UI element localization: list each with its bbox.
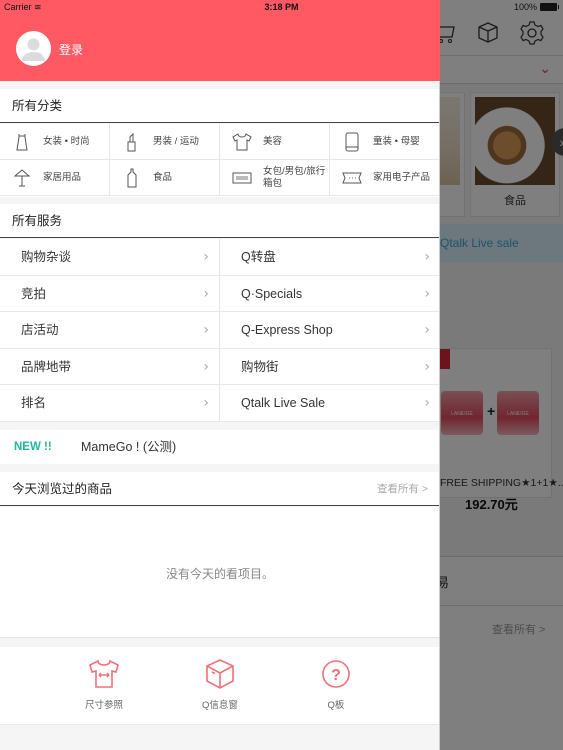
help-icon: ? <box>322 660 350 688</box>
service-item-auction[interactable]: 竞拍 › <box>0 275 220 313</box>
service-item-q-roulette[interactable]: Q转盘 › <box>220 239 440 276</box>
drawer-edge <box>439 81 440 750</box>
service-label: 购物街 <box>241 359 279 374</box>
service-item-q-express-shop[interactable]: Q-Express Shop › <box>220 312 440 349</box>
q-board-button[interactable]: ? Q板 <box>296 657 376 711</box>
q-info-label: Q信息窗 <box>202 700 238 711</box>
see-all-link[interactable]: 查看所有 > <box>377 472 428 506</box>
size-guide-button[interactable]: 尺寸参照 <box>64 657 144 711</box>
category-item-beauty[interactable]: 美容 <box>220 124 330 160</box>
category-item-food[interactable]: 食品 <box>110 160 220 196</box>
barcode-icon <box>232 172 252 184</box>
mamego-link[interactable]: NEW !! MameGo ! (公测) <box>0 430 440 464</box>
mamego-label: MameGo ! (公测) <box>81 440 177 454</box>
tshirt-icon <box>232 133 252 151</box>
ticket-icon <box>342 172 362 184</box>
chevron-right-icon: › <box>424 322 430 339</box>
bottle-icon <box>127 168 137 188</box>
category-label: 食品 <box>153 171 173 183</box>
avatar[interactable] <box>16 31 51 66</box>
service-label: 排名 <box>21 396 47 411</box>
category-label: 女装 • 时尚 <box>43 135 90 147</box>
size-guide-label: 尺寸参照 <box>84 700 123 711</box>
recent-items-title: 今天浏览过的商品 <box>0 472 440 506</box>
lamp-icon <box>13 169 31 187</box>
service-item-ranking[interactable]: 排名 › <box>0 385 220 422</box>
chevron-right-icon: › <box>424 395 430 412</box>
category-item-womens-fashion[interactable]: 女装 • 时尚 <box>0 124 110 160</box>
service-label: Q转盘 <box>241 250 276 264</box>
service-label: 购物杂谈 <box>21 250 72 264</box>
size-shirt-icon <box>89 659 119 688</box>
service-label: Qtalk Live Sale <box>241 396 326 411</box>
box-icon <box>206 659 234 689</box>
chevron-right-icon: › <box>424 358 430 375</box>
service-item-shop-events[interactable]: 店活动 › <box>0 312 220 349</box>
new-badge: NEW !! <box>14 441 52 453</box>
service-item-qtalk-live-sale[interactable]: Qtalk Live Sale › <box>220 385 440 422</box>
category-label: 女包/男包/旅行箱包 <box>263 165 326 189</box>
service-label: 竞拍 <box>21 286 47 301</box>
side-drawer: 登录 所有分类 女装 • 时尚 男装 / 运动 美容 童装 • 母婴 家居用品 … <box>0 0 440 750</box>
empty-message: 没有今天的看项目。 <box>165 567 274 581</box>
services-grid: 购物杂谈 › Q转盘 › 竞拍 › Q·Specials › 店活动 › Q-Expres… <box>0 239 440 422</box>
chevron-right-icon: › <box>424 285 430 302</box>
category-label: 男装 / 运动 <box>153 135 199 147</box>
service-item-shopping-street[interactable]: 购物街 › <box>220 349 440 386</box>
svg-text:?: ? <box>331 667 341 684</box>
service-label: Q-Express Shop <box>241 323 333 338</box>
category-item-bags[interactable]: 女包/男包/旅行箱包 <box>220 160 330 196</box>
service-label: 店活动 <box>21 323 59 338</box>
clock: 3:18 PM <box>264 2 299 12</box>
category-item-mens-sports[interactable]: 男装 / 运动 <box>110 124 220 160</box>
user-icon <box>22 38 45 61</box>
service-label: Q·Specials <box>241 286 303 301</box>
bottom-shortcuts: 尺寸参照 Q信息窗 ? Q板 <box>0 647 440 725</box>
battery-icon <box>540 3 559 11</box>
status-bar: Carrier ≋ 3:18 PM 100% <box>0 0 563 16</box>
category-grid: 女装 • 时尚 男装 / 运动 美容 童装 • 母婴 家居用品 食品 女包/男包… <box>0 124 440 197</box>
service-item-shopping-talk[interactable]: 购物杂谈 › <box>0 239 220 276</box>
services-title: 所有服务 <box>0 204 440 238</box>
battery-indicator: 100% <box>514 2 559 12</box>
chevron-right-icon: › <box>424 249 430 265</box>
chevron-right-icon: › <box>203 395 209 412</box>
category-label: 家用电子产品 <box>373 171 431 183</box>
category-item-home[interactable]: 家居用品 <box>0 160 110 196</box>
service-item-brand-zone[interactable]: 品牌地带 › <box>0 348 220 386</box>
category-label: 童装 • 母婴 <box>373 135 420 147</box>
q-info-button[interactable]: Q信息窗 <box>180 657 260 711</box>
service-item-q-specials[interactable]: Q·Specials › <box>220 276 440 313</box>
chevron-right-icon: › <box>203 285 209 302</box>
chevron-right-icon: › <box>203 249 209 265</box>
login-button[interactable]: 登录 <box>59 41 83 58</box>
category-item-electronics[interactable]: 家用电子产品 <box>330 160 440 196</box>
category-item-kids-baby[interactable]: 童装 • 母婴 <box>330 124 440 160</box>
phone-icon <box>345 132 359 152</box>
service-label: 品牌地带 <box>21 359 72 374</box>
dress-icon <box>16 134 28 151</box>
lipstick-icon <box>127 132 136 152</box>
q-board-label: Q板 <box>327 700 345 711</box>
category-label: 美容 <box>263 135 283 147</box>
category-label: 家居用品 <box>43 171 82 183</box>
chevron-right-icon: › <box>203 358 209 375</box>
chevron-right-icon: › <box>203 322 209 339</box>
recent-items-list: 没有今天的看项目。 <box>0 507 440 638</box>
categories-title: 所有分类 <box>0 89 440 123</box>
